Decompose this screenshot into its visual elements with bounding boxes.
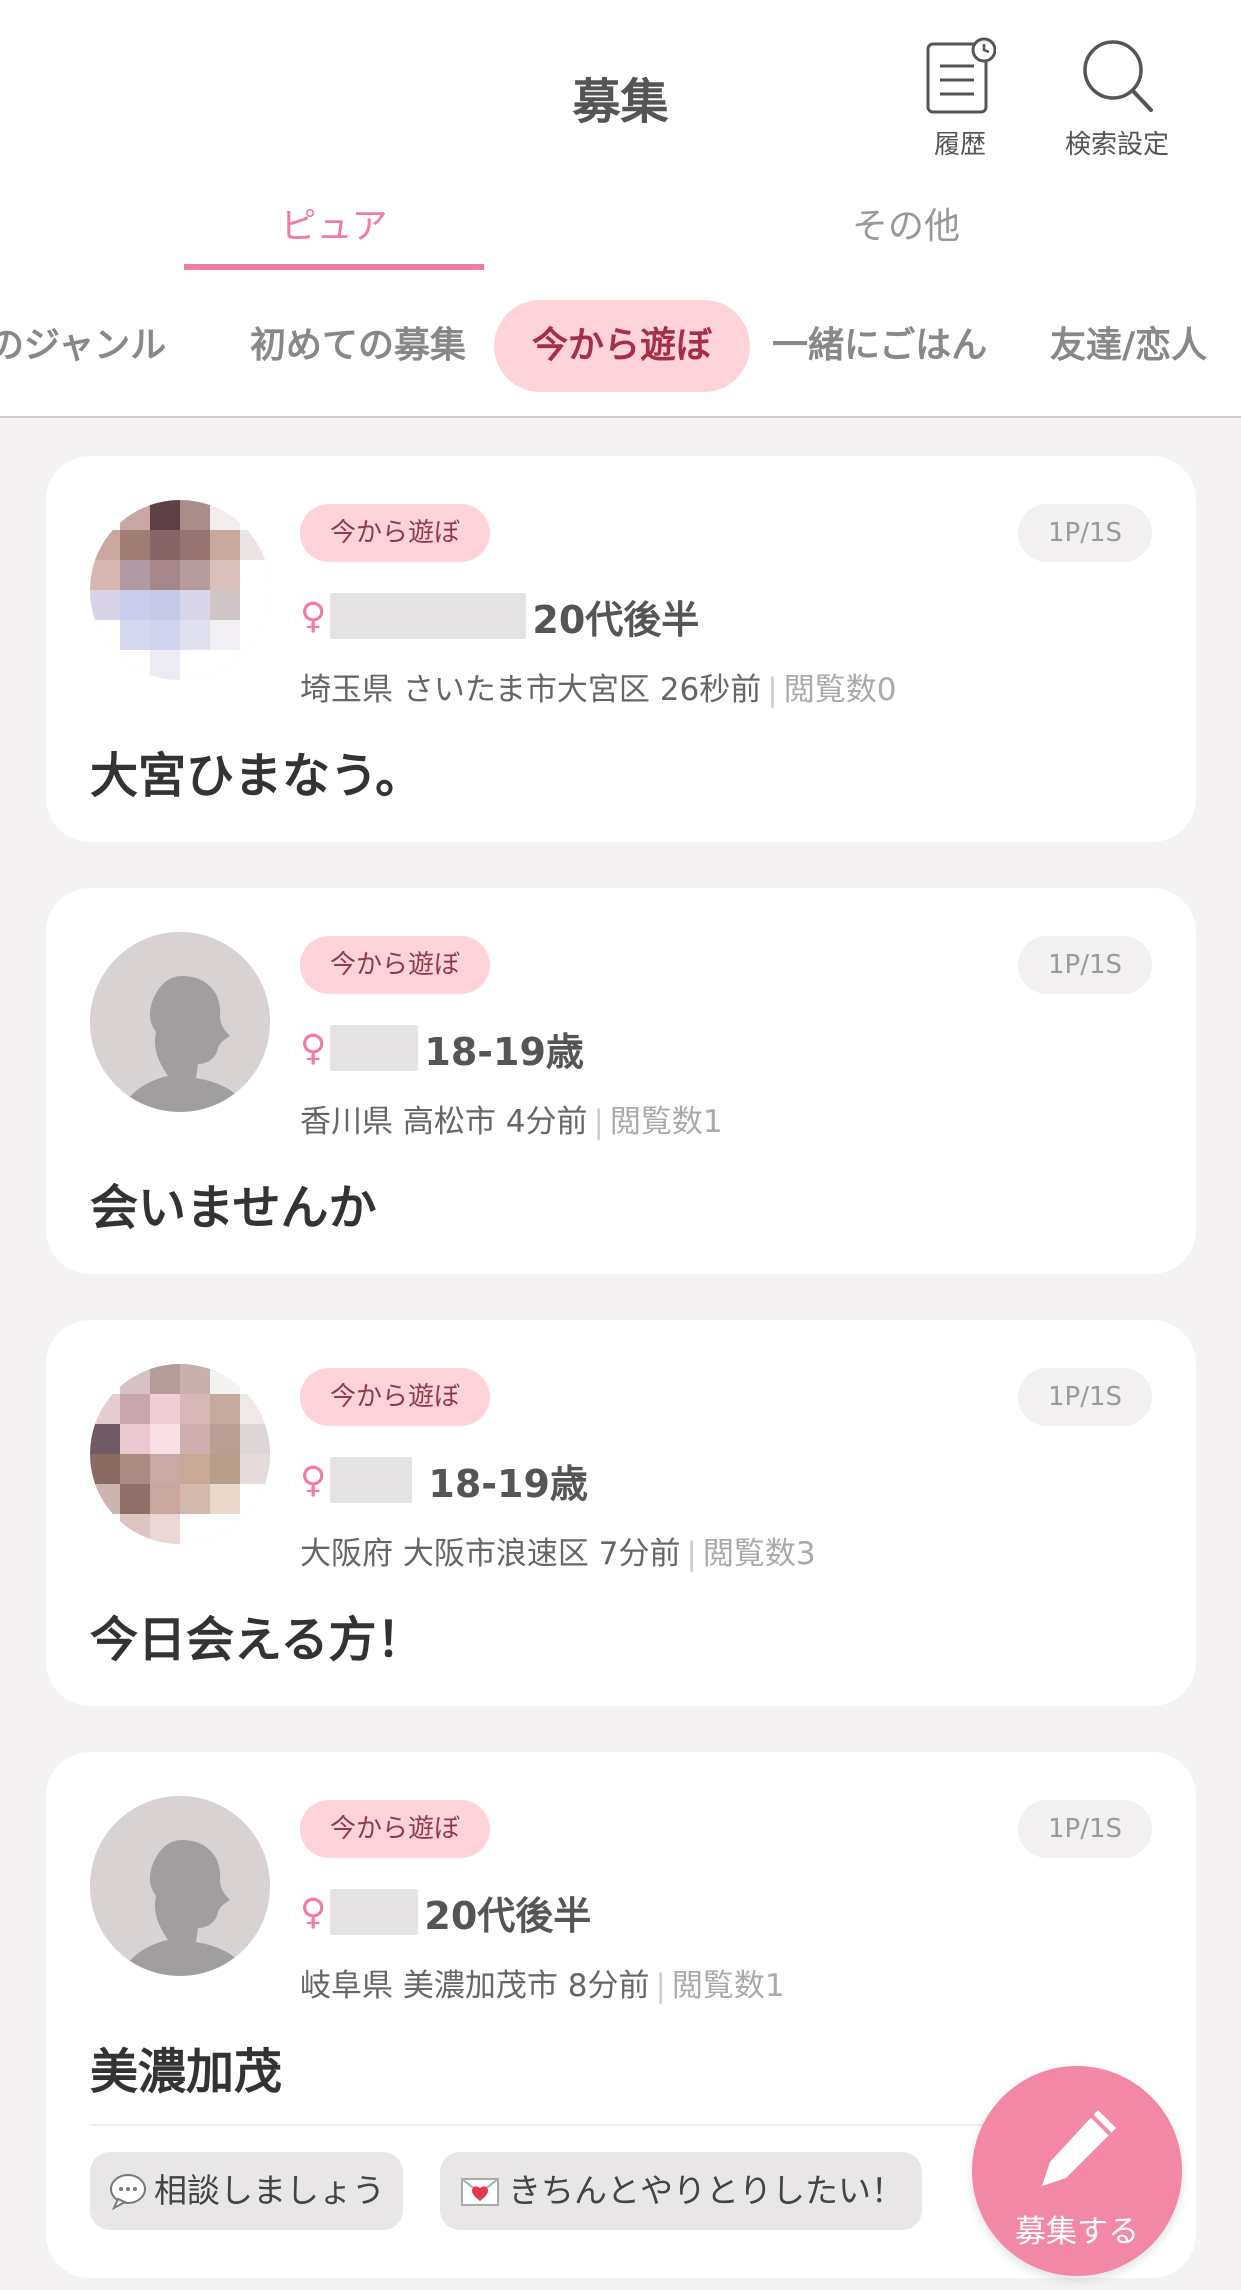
user-line: ♀ 20代後半 <box>300 586 699 646</box>
category-badge: 今から遊ぼ <box>300 936 491 994</box>
default-silhouette-icon <box>90 932 270 1112</box>
history-label: 履歴 <box>933 130 986 160</box>
post-meta: 岐阜県 美濃加茂市 8分前 | 閲覧数1 <box>300 1960 785 2005</box>
heart-letter-icon <box>458 2173 502 2209</box>
pixelated-photo <box>90 1364 270 1544</box>
post-card[interactable]: 今から遊ぼ 1P/1S ♀ 20代後半 埼玉県 さいたま市大宮区 26秒前 | 閲覧… <box>46 456 1196 842</box>
age-label: 18-19歳 <box>428 1461 588 1506</box>
search-settings-button[interactable]: 検索設定 <box>1052 36 1182 161</box>
post-time: 4分前 <box>505 1104 588 1140</box>
ps-badge: 1P/1S <box>1017 504 1152 562</box>
post-title: 今日会える方！ <box>90 1612 425 1668</box>
tag-chip[interactable]: 相談しましょう <box>90 2152 403 2230</box>
genre-filter-bar: のジャンル 初めての募集 今から遊ぼ 一緒にごはん 友達/恋人 <box>0 298 1241 394</box>
post-time: 8分前 <box>567 1968 650 2004</box>
search-settings-label: 検索設定 <box>1064 130 1169 160</box>
female-icon: ♀ <box>300 1891 327 1933</box>
meta-separator: | <box>655 1968 666 2004</box>
post-title: 大宮ひまなう。 <box>90 748 424 804</box>
avatar[interactable] <box>90 1364 270 1544</box>
post-time: 7分前 <box>598 1536 681 1572</box>
view-count: 閲覧数1 <box>609 1104 723 1140</box>
post-meta: 香川県 高松市 4分前 | 閲覧数1 <box>300 1096 723 1141</box>
category-badge: 今から遊ぼ <box>300 1368 491 1426</box>
document-history-icon <box>926 37 996 114</box>
category-badge: 今から遊ぼ <box>300 1800 491 1858</box>
post-meta: 埼玉県 さいたま市大宮区 26秒前 | 閲覧数0 <box>300 664 896 709</box>
tab-other[interactable]: その他 <box>756 200 1056 270</box>
ps-badge: 1P/1S <box>1017 936 1152 994</box>
main-tabs: ピュア その他 <box>0 200 1241 272</box>
ps-badge: 1P/1S <box>1017 1800 1152 1858</box>
avatar[interactable] <box>90 932 270 1112</box>
create-post-label: 募集する <box>1015 2214 1139 2250</box>
default-silhouette-icon <box>90 1796 270 1976</box>
blurred-username <box>330 593 527 639</box>
post-card[interactable]: 今から遊ぼ 1P/1S ♀ 18-19歳 香川県 高松市 4分前 | 閲覧数1 会い… <box>46 888 1196 1274</box>
female-icon: ♀ <box>300 1459 327 1501</box>
view-count: 閲覧数0 <box>783 672 897 708</box>
genre-play-now[interactable]: 今から遊ぼ <box>494 300 751 392</box>
create-post-button[interactable]: 募集する <box>972 2066 1182 2276</box>
post-meta: 大阪府 大阪市浪速区 7分前 | 閲覧数3 <box>300 1528 816 1573</box>
meta-separator: | <box>686 1536 697 1572</box>
meta-separator: | <box>767 672 778 708</box>
post-title: 美濃加茂 <box>90 2044 283 2100</box>
blurred-username <box>330 1457 413 1503</box>
blurred-username <box>330 1889 419 1935</box>
history-button[interactable]: 履歴 <box>895 36 1025 161</box>
pixelated-photo <box>90 500 270 680</box>
search-icon <box>1083 40 1153 112</box>
meta-separator: | <box>593 1104 604 1140</box>
age-label: 18-19歳 <box>424 1029 584 1074</box>
female-icon: ♀ <box>300 1027 327 1069</box>
genre-dinner-together[interactable]: 一緒にごはん <box>772 300 987 392</box>
speech-bubble-icon <box>108 2171 148 2211</box>
blurred-username <box>330 1025 419 1071</box>
location: 大阪府 大阪市浪速区 <box>300 1536 589 1572</box>
user-line: ♀ 18-19歳 <box>300 1450 588 1510</box>
view-count: 閲覧数1 <box>671 1968 785 2004</box>
tag-label: 相談しましょう <box>154 2171 385 2210</box>
post-time: 26秒前 <box>659 672 762 708</box>
app-header: 募集 履歴 検索設定 ピュア その他 のジャンル 初めての募集 今から遊ぼ 一緒… <box>0 0 1241 418</box>
location: 岐阜県 美濃加茂市 <box>300 1968 558 2004</box>
category-badge: 今から遊ぼ <box>300 504 491 562</box>
post-card[interactable]: 今から遊ぼ 1P/1S ♀ 18-19歳 大阪府 大阪市浪速区 7分前 | 閲覧数3… <box>46 1320 1196 1706</box>
location: 香川県 高松市 <box>300 1104 496 1140</box>
view-count: 閲覧数3 <box>702 1536 816 1572</box>
post-title: 会いませんか <box>90 1180 377 1236</box>
avatar[interactable] <box>90 500 270 680</box>
genre-first-post[interactable]: 初めての募集 <box>250 300 466 392</box>
location: 埼玉県 さいたま市大宮区 <box>300 672 650 708</box>
tag-label: きちんとやりとりしたい！ <box>508 2171 904 2210</box>
user-line: ♀ 18-19歳 <box>300 1018 584 1078</box>
tab-pure[interactable]: ピュア <box>184 200 484 270</box>
user-line: ♀ 20代後半 <box>300 1882 591 1942</box>
age-label: 20代後半 <box>532 597 700 642</box>
genre-friend-lover[interactable]: 友達/恋人 <box>1050 300 1207 392</box>
tag-chip[interactable]: きちんとやりとりしたい！ <box>440 2152 922 2230</box>
age-label: 20代後半 <box>424 1893 592 1938</box>
female-icon: ♀ <box>300 595 327 637</box>
pencil-icon <box>1042 2110 1116 2186</box>
ps-badge: 1P/1S <box>1017 1368 1152 1426</box>
genre-all[interactable]: のジャンル <box>0 300 166 392</box>
avatar[interactable] <box>90 1796 270 1976</box>
